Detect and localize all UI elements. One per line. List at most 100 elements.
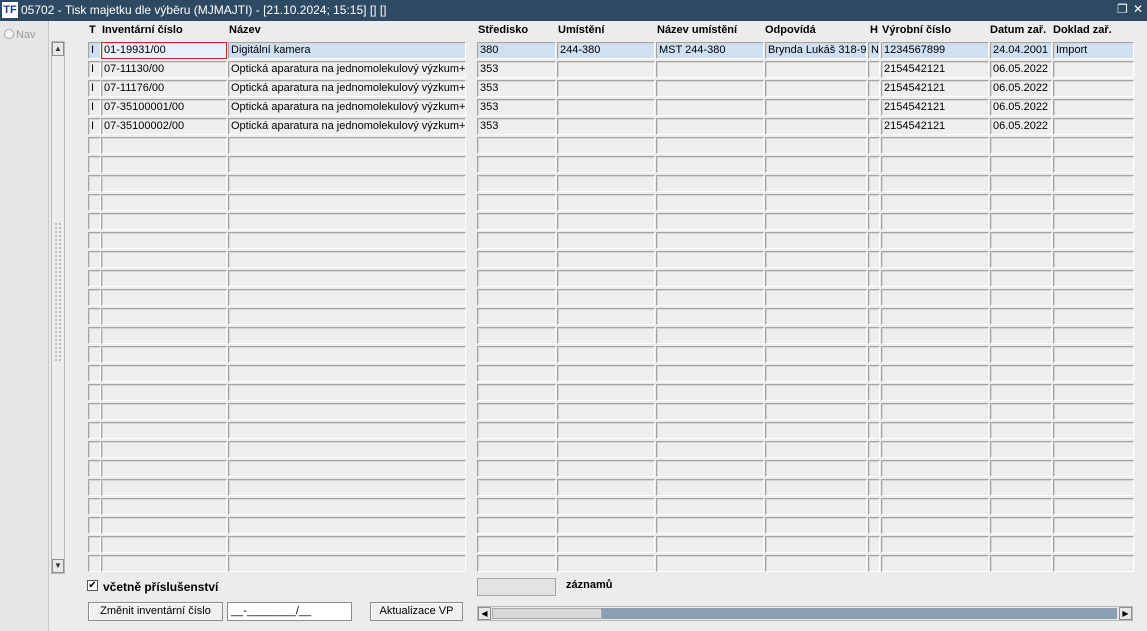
- cell-date[interactable]: [990, 308, 1052, 325]
- cell-name[interactable]: [228, 498, 466, 515]
- cell-t[interactable]: [88, 251, 101, 268]
- cell-inv[interactable]: [101, 479, 227, 496]
- cell-locname[interactable]: [656, 61, 764, 78]
- cell-serial[interactable]: [881, 289, 989, 306]
- cell-serial[interactable]: [881, 441, 989, 458]
- cell-t[interactable]: [88, 365, 101, 382]
- cell-doc[interactable]: [1053, 232, 1134, 249]
- cell-h[interactable]: [868, 270, 880, 287]
- cell-date[interactable]: [990, 479, 1052, 496]
- cell-resp[interactable]: [765, 422, 867, 439]
- cell-doc[interactable]: [1053, 194, 1134, 211]
- cell-t[interactable]: [88, 327, 101, 344]
- cell-doc[interactable]: [1053, 270, 1134, 287]
- cell-center[interactable]: 380: [477, 42, 556, 59]
- cell-loc[interactable]: [557, 365, 655, 382]
- cell-resp[interactable]: Brynda Lukáš 318-9: [765, 42, 867, 59]
- cell-loc[interactable]: [557, 251, 655, 268]
- cell-loc[interactable]: [557, 99, 655, 116]
- cell-loc[interactable]: [557, 61, 655, 78]
- cell-inv[interactable]: [101, 213, 227, 230]
- cell-center[interactable]: [477, 346, 556, 363]
- cell-name[interactable]: Optická aparatura na jednomolekulový výz…: [228, 80, 466, 97]
- cell-serial[interactable]: [881, 479, 989, 496]
- cell-resp[interactable]: [765, 118, 867, 135]
- cell-resp[interactable]: [765, 498, 867, 515]
- cell-locname[interactable]: [656, 118, 764, 135]
- cell-t[interactable]: [88, 555, 101, 572]
- cell-t[interactable]: I: [88, 61, 101, 78]
- cell-center[interactable]: [477, 422, 556, 439]
- cell-center[interactable]: [477, 536, 556, 553]
- cell-serial[interactable]: [881, 327, 989, 344]
- cell-serial[interactable]: [881, 156, 989, 173]
- cell-name[interactable]: [228, 137, 466, 154]
- cell-locname[interactable]: [656, 289, 764, 306]
- cell-date[interactable]: [990, 555, 1052, 572]
- column-header-name[interactable]: Název: [229, 24, 261, 36]
- cell-name[interactable]: [228, 270, 466, 287]
- cell-serial[interactable]: 2154542121: [881, 80, 989, 97]
- cell-center[interactable]: [477, 289, 556, 306]
- cell-t[interactable]: [88, 289, 101, 306]
- cell-serial[interactable]: [881, 555, 989, 572]
- cell-center[interactable]: [477, 555, 556, 572]
- cell-locname[interactable]: [656, 251, 764, 268]
- cell-serial[interactable]: [881, 365, 989, 382]
- cell-h[interactable]: [868, 384, 880, 401]
- cell-center[interactable]: [477, 365, 556, 382]
- cell-t[interactable]: I: [88, 80, 101, 97]
- cell-loc[interactable]: [557, 289, 655, 306]
- cell-name[interactable]: Digitální kamera: [228, 42, 466, 59]
- nav-toggle[interactable]: Nav: [4, 29, 36, 41]
- cell-center[interactable]: [477, 137, 556, 154]
- cell-date[interactable]: 06.05.2022: [990, 99, 1052, 116]
- cell-h[interactable]: [868, 365, 880, 382]
- cell-h[interactable]: [868, 118, 880, 135]
- cell-inv[interactable]: [101, 460, 227, 477]
- cell-name[interactable]: [228, 213, 466, 230]
- cell-serial[interactable]: [881, 308, 989, 325]
- cell-name[interactable]: Optická aparatura na jednomolekulový výz…: [228, 99, 466, 116]
- cell-name[interactable]: [228, 232, 466, 249]
- cell-serial[interactable]: [881, 137, 989, 154]
- cell-inv[interactable]: [101, 422, 227, 439]
- cell-doc[interactable]: [1053, 137, 1134, 154]
- cell-resp[interactable]: [765, 213, 867, 230]
- cell-serial[interactable]: [881, 422, 989, 439]
- cell-name[interactable]: [228, 289, 466, 306]
- cell-serial[interactable]: [881, 536, 989, 553]
- cell-h[interactable]: [868, 517, 880, 534]
- cell-h[interactable]: [868, 80, 880, 97]
- cell-doc[interactable]: [1053, 308, 1134, 325]
- cell-date[interactable]: [990, 536, 1052, 553]
- cell-date[interactable]: [990, 289, 1052, 306]
- cell-resp[interactable]: [765, 137, 867, 154]
- cell-loc[interactable]: [557, 517, 655, 534]
- cell-resp[interactable]: [765, 365, 867, 382]
- cell-date[interactable]: [990, 441, 1052, 458]
- cell-center[interactable]: 353: [477, 80, 556, 97]
- cell-name[interactable]: [228, 403, 466, 420]
- cell-name[interactable]: [228, 517, 466, 534]
- cell-h[interactable]: [868, 213, 880, 230]
- cell-loc[interactable]: [557, 137, 655, 154]
- cell-doc[interactable]: [1053, 479, 1134, 496]
- cell-t[interactable]: [88, 384, 101, 401]
- cell-resp[interactable]: [765, 232, 867, 249]
- cell-loc[interactable]: [557, 80, 655, 97]
- cell-date[interactable]: [990, 517, 1052, 534]
- cell-serial[interactable]: [881, 270, 989, 287]
- cell-inv[interactable]: [101, 194, 227, 211]
- include-accessories-checkbox[interactable]: ✔: [87, 580, 98, 591]
- cell-name[interactable]: [228, 308, 466, 325]
- cell-inv[interactable]: [101, 555, 227, 572]
- cell-resp[interactable]: [765, 327, 867, 344]
- cell-loc[interactable]: [557, 403, 655, 420]
- cell-date[interactable]: [990, 403, 1052, 420]
- cell-inv[interactable]: [101, 346, 227, 363]
- cell-serial[interactable]: [881, 460, 989, 477]
- cell-serial[interactable]: [881, 232, 989, 249]
- cell-h[interactable]: [868, 403, 880, 420]
- cell-loc[interactable]: [557, 232, 655, 249]
